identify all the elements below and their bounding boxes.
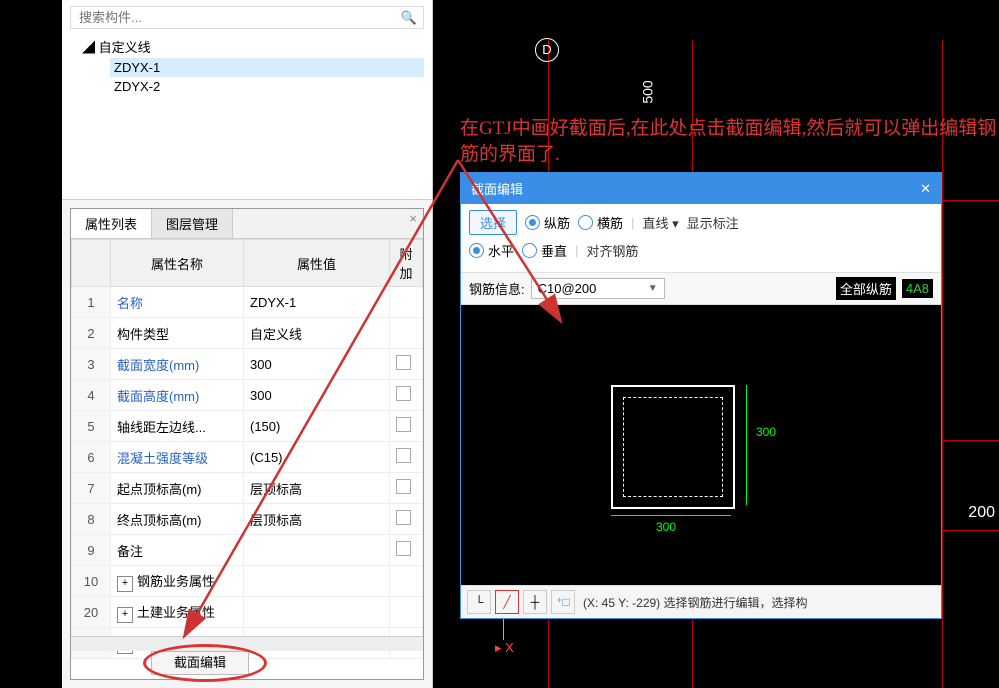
tab-layers[interactable]: 图层管理 [152, 209, 233, 238]
table-row[interactable]: 9备注 [72, 535, 423, 566]
dialog-title: 截面编辑 [471, 179, 523, 198]
tree-item[interactable]: ZDYX-2 [110, 77, 424, 96]
radio-horizontal[interactable]: 水平 [469, 241, 514, 260]
section-outline [611, 385, 735, 509]
all-rebar-value: 4A8 [902, 279, 933, 298]
table-row[interactable]: 6混凝土强度等级(C15) [72, 442, 423, 473]
property-table: 属性名称 属性值 附加 1名称ZDYX-12构件类型自定义线3截面宽度(mm)3… [71, 239, 423, 659]
left-panel: 🔍 ◢ 自定义线 ZDYX-1 ZDYX-2 × 属性列表 图层管理 属性名称 … [62, 0, 433, 688]
select-button[interactable]: 选择 [469, 210, 517, 235]
horizontal-scrollbar[interactable] [71, 636, 423, 651]
component-tree: 🔍 ◢ 自定义线 ZDYX-1 ZDYX-2 [62, 0, 432, 200]
section-edit-button[interactable]: 截面编辑 [151, 651, 249, 675]
coords: (X: 45 Y: -229) [583, 596, 660, 610]
origin-icon[interactable]: └ [467, 590, 491, 614]
table-row[interactable]: 8终点顶标高(m)层顶标高 [72, 504, 423, 535]
table-row[interactable]: 20+土建业务属性 [72, 597, 423, 628]
tree-root[interactable]: ◢ 自定义线 [70, 35, 424, 58]
dialog-statusbar: └ ╱ ┼ ⁺□ (X: 45 Y: -229) 选择钢筋进行编辑，选择构 [461, 585, 941, 618]
axis-indicator: ▸ X [495, 640, 514, 656]
col-header-value: 属性值 [244, 240, 390, 287]
table-row[interactable]: 1名称ZDYX-1 [72, 287, 423, 318]
search-input[interactable] [77, 9, 401, 26]
dialog-titlebar[interactable]: 截面编辑 ✕ [461, 173, 941, 204]
diagonal-icon[interactable]: ╱ [495, 590, 519, 614]
plus-icon[interactable]: ⁺□ [551, 590, 575, 614]
dim-width: 300 [656, 520, 676, 534]
table-row[interactable]: 5轴线距左边线...(150) [72, 411, 423, 442]
bg-dimension-2: 200 [968, 504, 995, 522]
col-header-extra: 附加 [390, 240, 423, 287]
rebar-info-combo[interactable]: C10@200▼ [531, 278, 665, 299]
table-row[interactable]: 7起点顶标高(m)层顶标高 [72, 473, 423, 504]
tree-item[interactable]: ZDYX-1 [110, 58, 424, 77]
property-panel: × 属性列表 图层管理 属性名称 属性值 附加 1名称ZDYX-12构件类型自定… [70, 208, 424, 680]
grid-bubble: D [535, 38, 559, 62]
table-row[interactable]: 10+钢筋业务属性 [72, 566, 423, 597]
search-row: 🔍 [70, 6, 424, 29]
col-header-name: 属性名称 [111, 240, 244, 287]
align-rebar[interactable]: 对齐钢筋 [586, 241, 638, 260]
annotation-text: 在GTJ中画好截面后,在此处点击截面编辑,然后就可以弹出编辑钢筋的界面了. [460, 116, 999, 168]
table-row[interactable]: 2构件类型自定义线 [72, 318, 423, 349]
table-row[interactable]: 3截面宽度(mm)300 [72, 349, 423, 380]
dialog-close-icon[interactable]: ✕ [920, 181, 931, 197]
section-edit-dialog: 截面编辑 ✕ 选择 纵筋 横筋 | 直线 ▾ 显示标注 水平 垂直 | 对齐钢筋… [460, 172, 942, 619]
cross-icon[interactable]: ┼ [523, 590, 547, 614]
line-tool[interactable]: 直线 ▾ [642, 213, 678, 232]
status-hint: 选择钢筋进行编辑，选择构 [664, 596, 808, 610]
section-canvas[interactable]: 300 300 [461, 305, 941, 585]
dim-height: 300 [756, 425, 776, 439]
table-row[interactable]: 4截面高度(mm)300 [72, 380, 423, 411]
all-rebar-label: 全部纵筋 [836, 277, 896, 300]
show-dimensions[interactable]: 显示标注 [687, 213, 739, 232]
radio-horizontal-rebar[interactable]: 横筋 [578, 213, 623, 232]
rebar-info-label: 钢筋信息: [469, 279, 525, 298]
radio-vertical[interactable]: 垂直 [522, 241, 567, 260]
tab-properties[interactable]: 属性列表 [71, 209, 152, 238]
radio-vertical-rebar[interactable]: 纵筋 [525, 213, 570, 232]
search-icon[interactable]: 🔍 [401, 10, 417, 26]
close-icon[interactable]: × [409, 211, 417, 226]
bg-dimension-1: 500 [640, 80, 656, 103]
